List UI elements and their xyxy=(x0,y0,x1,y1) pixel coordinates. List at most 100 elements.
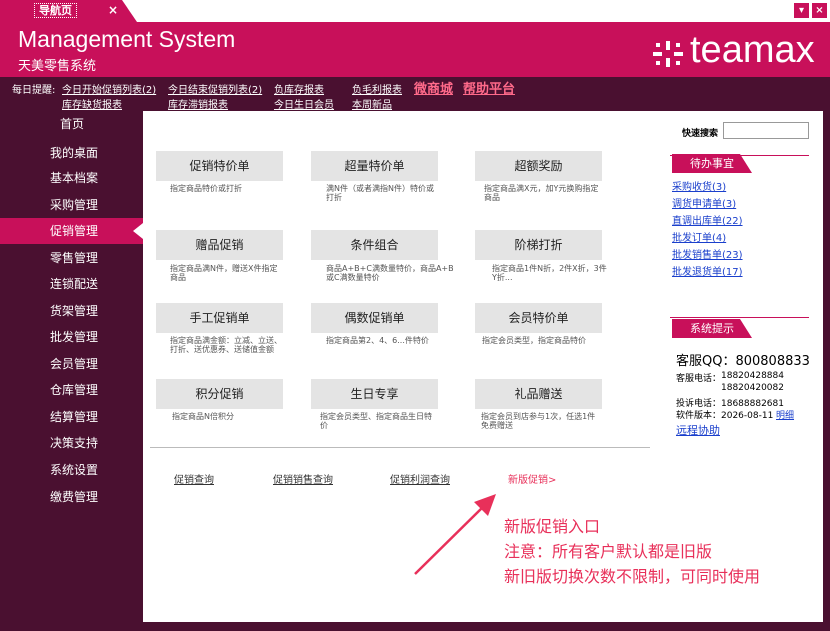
tips-phone: 18820428884 xyxy=(721,371,784,381)
promo-card-button[interactable]: 超额奖励 xyxy=(475,151,602,181)
todo-title: 待办事宜 xyxy=(672,154,752,173)
promo-card-button[interactable]: 偶数促销单 xyxy=(311,303,438,333)
todo-link[interactable]: 直调出库单(22) xyxy=(672,212,743,227)
tips-qq: 客服QQ：800808833 xyxy=(676,354,810,369)
promo-card-button[interactable]: 礼品赠送 xyxy=(475,379,602,409)
quick-search-label: 快速搜索 xyxy=(682,129,719,139)
promo-card-desc: 指定会员类型、指定商品生日特价 xyxy=(320,412,432,430)
promo-query-link[interactable]: 促销查询 xyxy=(174,471,214,486)
annotation-line: 新版促销入口 xyxy=(504,517,601,536)
todo-link[interactable]: 批发退货单(17) xyxy=(672,263,743,278)
promo-card-desc: 指定商品1件N折，2件X折，3件Y折... xyxy=(492,264,607,282)
window-min-button[interactable]: ▾ xyxy=(794,3,809,18)
brand-logo: teamax xyxy=(690,29,815,71)
sidebar-item-shelf[interactable]: 货架管理 xyxy=(0,298,143,324)
reminder-link[interactable]: 库存缺货报表 xyxy=(62,96,122,111)
tips-phone: 18820420082 xyxy=(721,383,784,393)
sidebar-item-desktop[interactable]: 我的桌面 xyxy=(0,140,143,166)
reminder-link[interactable]: 负毛利报表 xyxy=(352,81,402,96)
sidebar-item-purchase[interactable]: 采购管理 xyxy=(0,192,143,218)
promo-card-desc: 商品A+B+C满数量特价，商品A+B或C满数量特价 xyxy=(326,264,454,282)
sidebar-item-label: 首页 xyxy=(60,117,85,131)
reminder-link[interactable]: 今日生日会员 xyxy=(274,96,334,111)
app-header: Management System 天美零售系统 teamax xyxy=(0,22,830,77)
annotation-line: 注意：所有客户默认都是旧版 xyxy=(504,542,713,561)
sidebar-item-label: 基本档案 xyxy=(50,171,99,185)
tips-version: 软件版本：2026-08-11 xyxy=(676,411,774,421)
quick-search-input[interactable] xyxy=(723,122,809,139)
window-close-button[interactable]: × xyxy=(812,3,827,18)
tips-phone-label: 客服电话： xyxy=(676,374,722,384)
sidebar-item-member[interactable]: 会员管理 xyxy=(0,351,143,377)
sidebar-item-label: 货架管理 xyxy=(50,304,99,318)
promo-card-button[interactable]: 积分促销 xyxy=(156,379,283,409)
snowflake-icon xyxy=(653,41,683,67)
promo-card-desc: 指定商品满N件，赠送X件指定商品 xyxy=(170,264,278,282)
wechat-mall-link[interactable]: 微商城 xyxy=(414,78,453,97)
sidebar-item-basic-files[interactable]: 基本档案 xyxy=(0,165,143,191)
sidebar-item-label: 决策支持 xyxy=(50,436,99,450)
divider xyxy=(150,447,650,448)
reminder-link[interactable]: 本周新品 xyxy=(352,96,392,111)
sidebar-item-label: 会员管理 xyxy=(50,357,99,371)
promo-profit-query-link[interactable]: 促销利润查询 xyxy=(390,471,450,486)
promo-card-button[interactable]: 超量特价单 xyxy=(311,151,438,181)
sidebar-item-promotion[interactable]: 促销管理 xyxy=(0,218,143,244)
promo-card-desc: 指定商品第2、4、6...件特价 xyxy=(326,336,429,345)
todo-link[interactable]: 调货申请单(3) xyxy=(672,195,736,210)
todo-link[interactable]: 采购收货(3) xyxy=(672,178,726,193)
reminder-link[interactable]: 负库存报表 xyxy=(274,81,324,96)
annotation-arrow-icon xyxy=(414,494,496,575)
promo-card-desc: 满N件（或者满指N件）特价或打折 xyxy=(326,184,434,202)
sidebar-item-wholesale[interactable]: 批发管理 xyxy=(0,324,143,350)
sidebar-item-settings[interactable]: 系统设置 xyxy=(0,457,143,483)
sidebar-item-label: 系统设置 xyxy=(50,463,99,477)
sidebar-item-label: 连锁配送 xyxy=(50,277,99,291)
reminder-link[interactable]: 今日开始促销列表(2) xyxy=(62,81,156,96)
remote-assist-link[interactable]: 远程协助 xyxy=(676,422,720,438)
sidebar-item-warehouse[interactable]: 仓库管理 xyxy=(0,377,143,403)
promo-card-button[interactable]: 赠品促销 xyxy=(156,230,283,260)
sidebar-item-home[interactable]: 首页 xyxy=(0,111,143,137)
tips-title: 系统提示 xyxy=(672,319,752,338)
help-platform-link[interactable]: 帮助平台 xyxy=(463,78,515,97)
sidebar-item-label: 采购管理 xyxy=(50,198,99,212)
new-promo-link[interactable]: 新版促销> xyxy=(508,471,556,486)
sidebar-item-label: 结算管理 xyxy=(50,410,99,424)
promo-card-button[interactable]: 促销特价单 xyxy=(156,151,283,181)
reminder-link[interactable]: 库存滞销报表 xyxy=(168,96,228,111)
promo-sales-query-link[interactable]: 促销销售查询 xyxy=(273,471,333,486)
version-detail-link[interactable]: 明细 xyxy=(776,408,794,421)
reminder-link[interactable]: 今日结束促销列表(2) xyxy=(168,81,262,96)
active-indicator xyxy=(133,223,143,239)
promo-card-button[interactable]: 条件组合 xyxy=(311,230,438,260)
sidebar-item-distribution[interactable]: 连锁配送 xyxy=(0,271,143,297)
annotation-line: 新旧版切换次数不限制，可同时使用 xyxy=(504,567,761,586)
sidebar-item-decision[interactable]: 决策支持 xyxy=(0,430,143,456)
promo-card-desc: 指定商品满X元，加Y元换购指定商品 xyxy=(484,184,599,202)
sidebar-item-label: 我的桌面 xyxy=(50,146,99,160)
tab-close-icon[interactable]: × xyxy=(108,3,118,17)
sidebar-item-settlement[interactable]: 结算管理 xyxy=(0,404,143,430)
sidebar-item-billing[interactable]: 缴费管理 xyxy=(0,484,143,510)
promo-card-desc: 指定会员类型，指定商品特价 xyxy=(482,336,586,345)
reminder-label: 每日提醒: xyxy=(12,85,56,96)
tips-rule xyxy=(670,317,809,318)
promo-card-button[interactable]: 阶梯打折 xyxy=(475,230,602,260)
sidebar-item-label: 批发管理 xyxy=(50,330,99,344)
promo-card-desc: 指定商品N倍积分 xyxy=(172,412,234,421)
promo-card-desc: 指定商品满金额：立减、立送、打折、送优惠券、送储值金额 xyxy=(170,336,282,354)
promo-card-button[interactable]: 会员特价单 xyxy=(475,303,602,333)
app-subtitle: 天美零售系统 xyxy=(18,59,97,74)
tab-home-label[interactable]: 导航页 xyxy=(34,3,77,18)
sidebar-item-label: 缴费管理 xyxy=(50,490,99,504)
sidebar-item-retail[interactable]: 零售管理 xyxy=(0,245,143,271)
promo-card-button[interactable]: 生日专享 xyxy=(311,379,438,409)
promo-card-desc: 指定会员到店参与1次，任选1件免费赠送 xyxy=(481,412,596,430)
todo-link[interactable]: 批发销售单(23) xyxy=(672,246,743,261)
sidebar-item-label: 促销管理 xyxy=(50,224,99,238)
promo-card-button[interactable]: 手工促销单 xyxy=(156,303,283,333)
app-title: Management System xyxy=(18,26,236,52)
todo-link[interactable]: 批发订单(4) xyxy=(672,229,726,244)
sidebar-item-label: 零售管理 xyxy=(50,251,99,265)
